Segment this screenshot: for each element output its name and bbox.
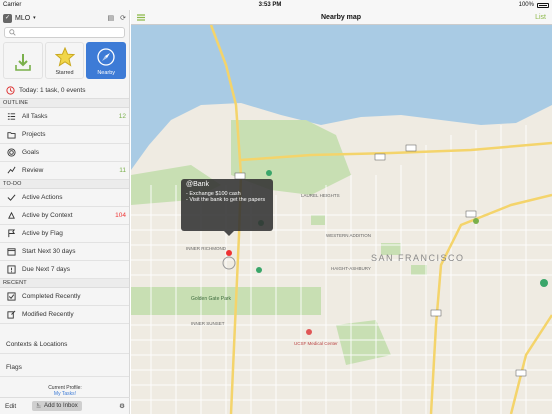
sidebar-item-label: Active Actions bbox=[22, 194, 63, 201]
clipboard-icon[interactable]: ▤ bbox=[108, 14, 115, 22]
status-bar: Carrier 3:53 PM 100% bbox=[0, 0, 552, 10]
sidebar-item-review[interactable]: Review 11 bbox=[0, 162, 129, 180]
gear-icon[interactable]: ⚙ bbox=[119, 402, 125, 410]
quick-buttons: Starred Nearby bbox=[3, 42, 127, 79]
starred-button[interactable]: Starred bbox=[44, 42, 85, 79]
inbox-arrow-icon bbox=[15, 54, 31, 71]
add-to-inbox-label: Add to Inbox bbox=[44, 403, 78, 409]
context-icon bbox=[6, 211, 16, 221]
modified-icon bbox=[6, 310, 16, 320]
sidebar-item-label: Start Next 30 days bbox=[22, 248, 76, 255]
bank-location-pin bbox=[226, 250, 232, 256]
sidebar-item-label: Active by Flag bbox=[22, 230, 63, 237]
calendar-icon bbox=[6, 247, 16, 257]
page-title: Nearby map bbox=[321, 13, 362, 21]
edit-button[interactable]: Edit bbox=[5, 403, 16, 410]
sidebar-tools: ▤ ⟳ bbox=[108, 14, 127, 22]
sidebar-item-active-by-flag[interactable]: Active by Flag bbox=[0, 225, 129, 243]
sidebar: ✓ MLO ▾ ▤ ⟳ Starred Nearby Today: 1 task… bbox=[0, 10, 130, 414]
sidebar-footer: Edit ⎁ Add to Inbox ⚙ bbox=[0, 397, 130, 414]
clock: 3:53 PM bbox=[258, 2, 282, 8]
status-right: 100% bbox=[519, 2, 549, 8]
sidebar-item-completed-recently[interactable]: Completed Recently bbox=[0, 288, 129, 306]
inbox-button[interactable] bbox=[3, 42, 43, 79]
history-icon bbox=[6, 85, 15, 95]
section-todo: TO-DO bbox=[0, 180, 129, 189]
projects-icon bbox=[6, 130, 16, 140]
sidebar-item-contexts-locations[interactable]: Contexts & Locations bbox=[0, 336, 129, 354]
sidebar-item-label: Modified Recently bbox=[22, 311, 74, 318]
sidebar-item-label: Goals bbox=[22, 149, 39, 156]
map-view[interactable]: Golden Gate Park INNER RICHMOND LAUREL H… bbox=[131, 25, 552, 414]
map-label-haight-ashbury: HAIGHT-ASHBURY bbox=[331, 266, 371, 271]
current-profile: Current Profile: My Tasks! bbox=[0, 385, 130, 397]
check-logo-icon: ✓ bbox=[3, 13, 12, 23]
due-icon bbox=[6, 265, 16, 275]
search-box[interactable] bbox=[4, 27, 125, 38]
starred-label: Starred bbox=[55, 70, 74, 76]
search-icon bbox=[9, 29, 16, 36]
map-pane: Nearby map List Golden Gate Park INNER R… bbox=[131, 10, 552, 414]
map-label-ucsf: UCSF Medical Center bbox=[294, 341, 338, 346]
section-recent: RECENT bbox=[0, 279, 129, 288]
sidebar-item-active-by-context[interactable]: Active by Context 104 bbox=[0, 207, 129, 225]
nearby-label: Nearby bbox=[97, 70, 116, 76]
alamo-square-park bbox=[311, 215, 325, 225]
count-badge: 12 bbox=[118, 113, 126, 120]
completed-icon bbox=[6, 292, 16, 302]
map-label-inner-sunset: INNER SUNSET bbox=[191, 321, 225, 326]
app-name[interactable]: MLO bbox=[15, 15, 30, 22]
sidebar-item-due-next-7-days[interactable]: Due Next 7 days bbox=[0, 261, 129, 279]
map-label-western-addition: WESTERN ADDITION bbox=[326, 233, 371, 238]
sidebar-item-modified-recently[interactable]: Modified Recently bbox=[0, 306, 129, 324]
carrier-label: Carrier bbox=[3, 2, 22, 8]
nav-bar: Nearby map List bbox=[131, 10, 552, 25]
search-input[interactable] bbox=[18, 29, 118, 36]
callout-line: - Visit the bank to get the papers bbox=[186, 197, 266, 203]
review-icon bbox=[6, 166, 16, 176]
flag-icon bbox=[6, 229, 16, 239]
sidebar-item-label: Due Next 7 days bbox=[22, 266, 71, 273]
sidebar-item-all-tasks[interactable]: All Tasks 12 bbox=[0, 108, 129, 126]
inbox-tray-icon: ⎁ bbox=[36, 402, 42, 409]
star-icon bbox=[54, 47, 75, 67]
nearby-button[interactable]: Nearby bbox=[86, 42, 127, 79]
city-label: SAN FRANCISCO bbox=[371, 253, 465, 263]
sidebar-item-projects[interactable]: Projects bbox=[0, 126, 129, 144]
battery-icon bbox=[536, 2, 549, 8]
active-actions-icon bbox=[6, 193, 16, 203]
sidebar-item-label: Active by Context bbox=[22, 212, 73, 219]
bank-callout[interactable]: @Bank - Exchange $100 cash - Visit the b… bbox=[181, 179, 273, 236]
compass-icon bbox=[97, 48, 115, 66]
app-root: Carrier 3:53 PM 100% ✓ MLO ▾ ▤ ⟳ Starred… bbox=[0, 0, 552, 414]
sidebar-item-active-actions[interactable]: Active Actions bbox=[0, 189, 129, 207]
map-label-golden-gate-park: Golden Gate Park bbox=[191, 296, 232, 302]
list-button[interactable]: List bbox=[535, 14, 546, 21]
map-label-inner-richmond: INNER RICHMOND bbox=[186, 246, 227, 251]
sidebar-item-flags[interactable]: Flags bbox=[0, 359, 129, 377]
count-badge: 11 bbox=[119, 167, 126, 174]
callout-title: @Bank bbox=[186, 181, 210, 188]
battery-label: 100% bbox=[518, 2, 534, 8]
goals-icon bbox=[6, 148, 16, 158]
sidebar-item-label: Review bbox=[22, 167, 44, 174]
sidebar-item-label: Completed Recently bbox=[22, 293, 81, 300]
sidebar-item-label: All Tasks bbox=[22, 113, 48, 120]
sidebar-item-label: Projects bbox=[22, 131, 46, 138]
all-tasks-icon bbox=[6, 112, 16, 122]
map-label-laurel-heights: LAUREL HEIGHTS bbox=[301, 193, 340, 198]
sidebar-header: ✓ MLO ▾ ▤ ⟳ bbox=[0, 10, 129, 26]
today-row[interactable]: Today: 1 task, 0 events bbox=[0, 82, 129, 99]
section-outline: OUTLINE bbox=[0, 99, 129, 108]
sidebar-item-start-next-30-days[interactable]: Start Next 30 days bbox=[0, 243, 129, 261]
count-badge: 104 bbox=[115, 212, 126, 219]
park-patch-east bbox=[411, 265, 427, 275]
dropdown-icon[interactable]: ▾ bbox=[33, 15, 36, 21]
add-to-inbox-button[interactable]: ⎁ Add to Inbox bbox=[32, 401, 82, 411]
today-label: Today: 1 task, 0 events bbox=[19, 86, 86, 94]
sidebar-item-goals[interactable]: Goals bbox=[0, 144, 129, 162]
menu-icon[interactable] bbox=[137, 12, 147, 22]
sync-icon[interactable]: ⟳ bbox=[120, 14, 126, 22]
